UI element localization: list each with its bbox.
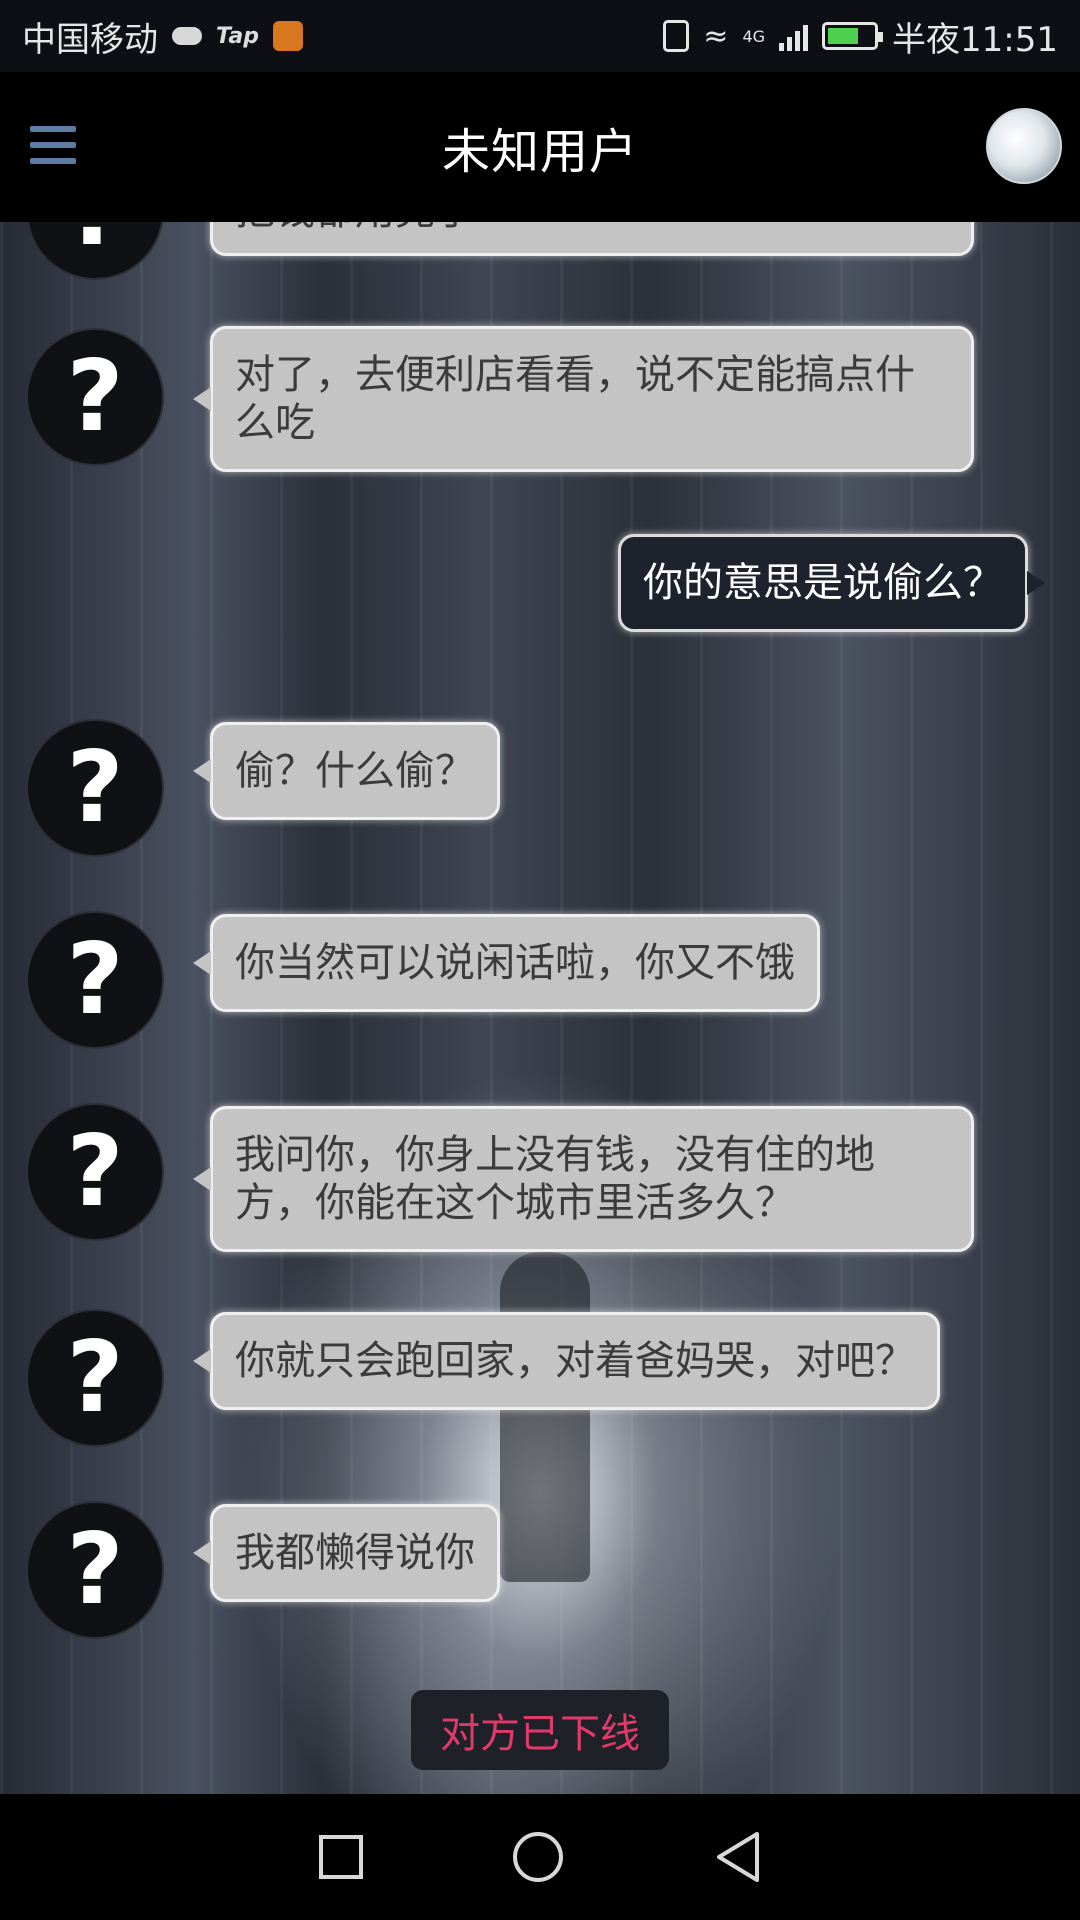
unknown-user-avatar[interactable]: ? bbox=[26, 719, 164, 857]
offline-status-label: 对方已下线 bbox=[411, 1690, 669, 1770]
status-bar: 中国移动 Tap ≈ 4G 半夜11:51 bbox=[0, 0, 1080, 72]
unknown-user-avatar[interactable]: ? bbox=[26, 1501, 164, 1639]
profile-avatar[interactable] bbox=[986, 108, 1062, 184]
message-bubble: 你就只会跑回家，对着爸妈哭，对吧？ bbox=[193, 1312, 940, 1410]
page-title: 未知用户 bbox=[441, 124, 638, 180]
message-bubble: 偷？什么偷？ bbox=[193, 722, 500, 820]
message-bubble: 把钱都用完了 bbox=[210, 222, 974, 256]
unknown-user-avatar[interactable]: ? bbox=[26, 222, 164, 280]
message-bubble: 你当然可以说闲话啦，你又不饿 bbox=[193, 914, 820, 1012]
tap-label: Tap bbox=[216, 23, 259, 49]
message-bubble: 我都懒得说你 bbox=[193, 1504, 500, 1602]
home-icon[interactable] bbox=[513, 1832, 563, 1882]
system-nav-bar bbox=[0, 1794, 1080, 1920]
app-notification-icon bbox=[273, 21, 303, 51]
background-figure bbox=[500, 1252, 590, 1582]
unknown-user-avatar[interactable]: ? bbox=[26, 1103, 164, 1241]
unknown-user-avatar[interactable]: ? bbox=[26, 328, 164, 466]
unknown-user-avatar[interactable]: ? bbox=[26, 1309, 164, 1447]
wifi-icon: ≈ bbox=[703, 18, 729, 54]
chat-area[interactable]: ? 把钱都用完了 ? 对了，去便利店看看，说不定能搞点什么吃 你的意思是说偷么？… bbox=[0, 222, 1080, 1794]
back-icon[interactable] bbox=[713, 1830, 761, 1884]
weather-icon bbox=[172, 27, 202, 45]
recent-apps-icon[interactable] bbox=[319, 1835, 363, 1879]
vibrate-icon bbox=[663, 20, 690, 52]
message-bubble: 我问你，你身上没有钱，没有住的地方，你能在这个城市里活多久？ bbox=[193, 1106, 974, 1252]
chat-header: 未知用户 bbox=[0, 72, 1080, 222]
carrier-label: 中国移动 bbox=[22, 19, 158, 60]
clock: 半夜11:51 bbox=[892, 19, 1058, 60]
network-type-label: 4G bbox=[742, 26, 766, 46]
my-message-bubble: 你的意思是说偷么？ bbox=[618, 534, 1045, 632]
signal-icon bbox=[779, 21, 809, 51]
menu-icon[interactable] bbox=[30, 126, 76, 166]
unknown-user-avatar[interactable]: ? bbox=[26, 911, 164, 1049]
message-bubble: 对了，去便利店看看，说不定能搞点什么吃 bbox=[193, 326, 974, 472]
battery-icon bbox=[822, 22, 884, 50]
